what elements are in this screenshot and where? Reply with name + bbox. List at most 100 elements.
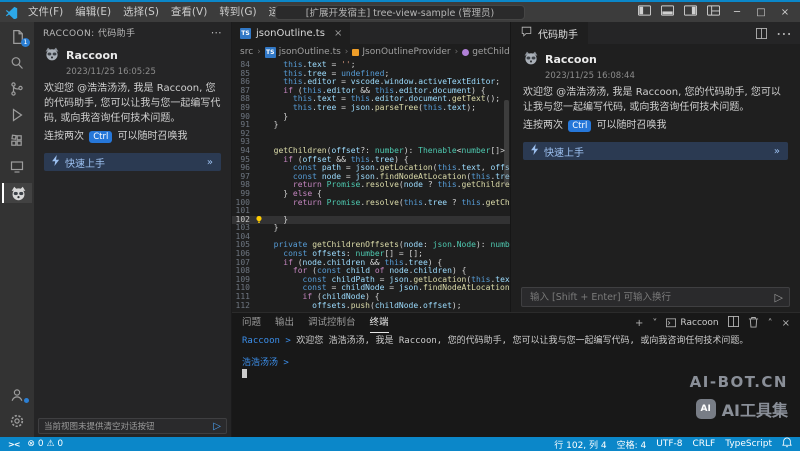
customize-layout-icon[interactable] bbox=[707, 5, 720, 19]
tab-jsonoutline[interactable]: TS jsonOutline.ts × bbox=[232, 22, 351, 44]
class-symbol-icon bbox=[352, 49, 359, 56]
close-button[interactable]: × bbox=[778, 7, 792, 18]
split-terminal-icon[interactable] bbox=[728, 316, 739, 330]
ctrl-key-badge: Ctrl bbox=[89, 131, 112, 143]
remote-explorer-icon[interactable] bbox=[2, 157, 32, 177]
send-icon[interactable]: ▷ bbox=[775, 291, 783, 304]
terminal-name-label: Raccoon bbox=[680, 318, 718, 328]
panel-tab-bar: 问题 输出 调试控制台 终端 + ˅ Raccoon ˄ × bbox=[232, 313, 800, 333]
more-actions-icon[interactable]: ⋯ bbox=[776, 24, 792, 43]
new-terminal-icon[interactable]: + bbox=[635, 318, 643, 329]
assistant-name: Raccoon bbox=[545, 53, 597, 66]
toggle-panel-icon[interactable] bbox=[661, 5, 674, 19]
remote-indicator-icon[interactable]: >< bbox=[8, 440, 19, 449]
cursor-position-status[interactable]: 行 102, 列 4 bbox=[554, 438, 606, 451]
command-center[interactable]: [扩展开发宿主] tree-view-sample (管理员) bbox=[275, 5, 525, 20]
maximize-button[interactable]: □ bbox=[754, 7, 768, 18]
tab-problems[interactable]: 问题 bbox=[242, 313, 261, 333]
problems-status[interactable]: ⊗ 0 ⚠ 0 bbox=[27, 439, 63, 449]
language-mode-status[interactable]: TypeScript bbox=[725, 439, 772, 449]
chat-input[interactable] bbox=[528, 291, 770, 304]
menu-edit[interactable]: 编辑(E) bbox=[69, 2, 117, 22]
more-actions-icon[interactable]: ⋯ bbox=[211, 26, 222, 39]
editor-scrollbar[interactable] bbox=[504, 100, 509, 185]
warning-icon: ⚠ bbox=[46, 439, 54, 449]
close-panel-icon[interactable]: × bbox=[782, 318, 790, 329]
assistant-tab-bar: 代码助手 ⋯ bbox=[511, 22, 800, 44]
menu-view[interactable]: 查看(V) bbox=[165, 2, 213, 22]
menu-file[interactable]: 文件(F) bbox=[22, 2, 69, 22]
minimize-button[interactable]: ─ bbox=[730, 7, 744, 18]
error-count: 0 bbox=[38, 439, 44, 449]
settings-gear-icon[interactable] bbox=[2, 411, 32, 431]
quick-start-button[interactable]: 快速上手 » bbox=[523, 142, 788, 160]
vscode-logo-icon bbox=[0, 6, 22, 19]
terminal-line: 浩浩汤汤 > bbox=[242, 358, 790, 369]
terminal-dropdown-icon[interactable]: ˅ bbox=[652, 318, 657, 329]
watermark-title: AI-BOT.CN bbox=[690, 373, 788, 391]
watermark-name: AI工具集 bbox=[722, 397, 788, 421]
indentation-status[interactable]: 空格: 4 bbox=[617, 438, 647, 451]
sidebar-raccoon-panel: RACCOON: 代码助手 ⋯ Raccoon 2023/11/25 16:05… bbox=[34, 22, 232, 437]
workbench: TS jsonOutline.ts × src › TSjsonOutline.… bbox=[232, 22, 800, 437]
assistant-tab-label: 代码助手 bbox=[538, 26, 578, 41]
notifications-bell-icon[interactable] bbox=[782, 437, 792, 451]
kill-terminal-icon[interactable] bbox=[748, 316, 759, 331]
search-icon[interactable] bbox=[2, 53, 32, 73]
footer-note-text: 当前视图未提供清空对话按钮 bbox=[44, 420, 155, 432]
encoding-status[interactable]: UTF-8 bbox=[656, 439, 682, 449]
tab-debug-console[interactable]: 调试控制台 bbox=[308, 313, 356, 333]
breadcrumb-separator: › bbox=[257, 47, 261, 57]
breadcrumb: src › TSjsonOutline.ts › JsonOutlineProv… bbox=[232, 44, 510, 60]
tab-assistant[interactable]: 代码助手 bbox=[511, 22, 588, 44]
terminal-prompt: 浩浩汤汤 > bbox=[242, 358, 289, 368]
breadcrumb-separator: › bbox=[455, 47, 459, 57]
breadcrumb-class[interactable]: JsonOutlineProvider bbox=[352, 47, 450, 57]
tab-terminal[interactable]: 终端 bbox=[370, 313, 389, 333]
chat-welcome-right: Raccoon 2023/11/25 16:08:44 欢迎您 @浩浩汤汤, 我… bbox=[511, 44, 800, 312]
explorer-icon[interactable]: 1 bbox=[2, 27, 32, 47]
tab-close-icon[interactable]: × bbox=[334, 28, 342, 39]
menu-selection[interactable]: 选择(S) bbox=[117, 2, 165, 22]
extensions-icon[interactable] bbox=[2, 131, 32, 151]
quick-start-label: 快速上手 bbox=[65, 155, 105, 170]
raccoon-avatar bbox=[523, 50, 539, 69]
source-control-icon[interactable] bbox=[2, 79, 32, 99]
bolt-icon bbox=[531, 144, 539, 158]
ctrl-hint: 连按两次 Ctrl 可以随时召唤我 bbox=[44, 129, 221, 145]
watermark: AI-BOT.CN AI AI工具集 bbox=[690, 373, 788, 421]
maximize-panel-icon[interactable]: ˄ bbox=[768, 318, 773, 329]
editor-group-code: TS jsonOutline.ts × src › TSjsonOutline.… bbox=[232, 22, 510, 312]
code-lines: 84 this.text = '';85 this.tree = undefin… bbox=[232, 61, 510, 310]
typescript-file-icon: TS bbox=[265, 47, 276, 58]
warning-count: 0 bbox=[57, 439, 63, 449]
activity-bar: 1 bbox=[0, 22, 34, 437]
account-icon[interactable] bbox=[2, 385, 32, 405]
sidebar-footer-note[interactable]: 当前视图未提供清空对话按钮 ▷ bbox=[38, 418, 227, 434]
welcome-message: 欢迎您 @浩浩汤汤, 我是 Raccoon, 您的代码助手, 您可以让我与您一起… bbox=[44, 81, 221, 126]
assistant-bar-actions: ⋯ bbox=[756, 24, 800, 43]
eol-status[interactable]: CRLF bbox=[692, 439, 715, 449]
split-editor-icon[interactable] bbox=[756, 24, 767, 43]
terminal-instance[interactable]: Raccoon bbox=[666, 318, 718, 328]
send-icon[interactable]: ▷ bbox=[213, 421, 221, 432]
raccoon-extension-icon[interactable] bbox=[2, 183, 32, 203]
panel-actions: + ˅ Raccoon ˄ × bbox=[635, 316, 790, 331]
menu-go[interactable]: 转到(G) bbox=[213, 2, 262, 22]
breadcrumb-file[interactable]: TSjsonOutline.ts bbox=[265, 47, 341, 58]
status-right: 行 102, 列 4 空格: 4 UTF-8 CRLF TypeScript bbox=[554, 437, 792, 451]
quick-start-button[interactable]: 快速上手 » bbox=[44, 153, 221, 171]
terminal-text: 欢迎您 浩浩汤汤, 我是 Raccoon, 您的代码助手, 您可以让我与您一起编… bbox=[291, 336, 749, 346]
toggle-secondary-sidebar-icon[interactable] bbox=[684, 5, 697, 19]
window-controls: ─ □ × bbox=[638, 5, 800, 19]
sidebar-title: RACCOON: 代码助手 bbox=[43, 26, 135, 39]
breadcrumb-src[interactable]: src bbox=[240, 47, 253, 57]
chat-welcome-left: Raccoon 2023/11/25 16:05:25 欢迎您 @浩浩汤汤, 我… bbox=[34, 42, 231, 171]
toggle-sidebar-icon[interactable] bbox=[638, 5, 651, 19]
tab-output[interactable]: 输出 bbox=[275, 313, 294, 333]
run-debug-icon[interactable] bbox=[2, 105, 32, 125]
hint-prefix: 连按两次 bbox=[44, 131, 84, 142]
bottom-panel: 问题 输出 调试控制台 终端 + ˅ Raccoon ˄ × bbox=[232, 312, 800, 437]
code-editor[interactable]: 84 this.text = '';85 this.tree = undefin… bbox=[232, 60, 510, 312]
terminal-line: Raccoon > 欢迎您 浩浩汤汤, 我是 Raccoon, 您的代码助手, … bbox=[242, 336, 790, 347]
